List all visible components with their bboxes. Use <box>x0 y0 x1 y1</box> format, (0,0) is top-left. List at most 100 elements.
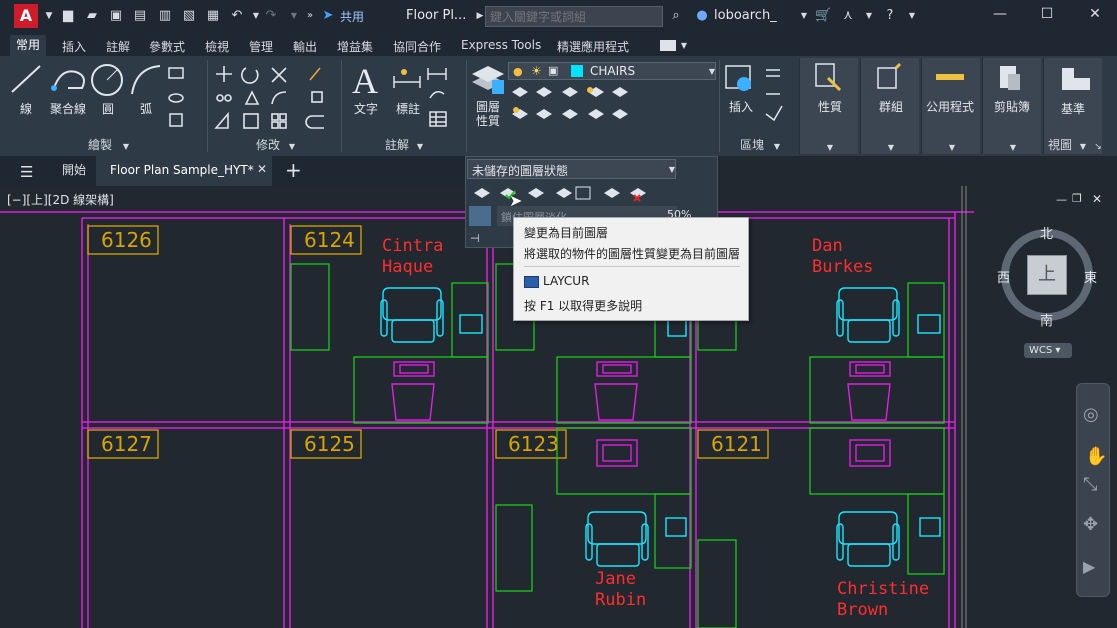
compass-north[interactable]: 北 <box>1040 223 1053 242</box>
annotation-panel-expand-icon[interactable]: ▼ <box>412 139 428 155</box>
layer-state-arrow-icon[interactable]: ▼ <box>664 162 680 178</box>
groups-button[interactable]: 群組 <box>879 98 903 115</box>
tab-home[interactable]: 常用 <box>10 35 47 56</box>
layer-properties-icon[interactable] <box>470 62 506 98</box>
layer-state-dropdown[interactable]: 未儲存的圖層狀態 <box>467 159 676 179</box>
layer-dropdown-arrow-icon[interactable]: ▼ <box>704 64 720 80</box>
import-icon[interactable]: ▧ <box>181 8 197 24</box>
wcs-dropdown[interactable]: WCS ▾ <box>1024 343 1072 358</box>
compass-south[interactable]: 南 <box>1040 310 1053 329</box>
tab-addins[interactable]: 增益集 <box>337 38 373 55</box>
search-icon[interactable]: ⌕ <box>668 8 684 24</box>
overflow-icon[interactable]: » <box>302 8 318 24</box>
clipboard-expand-icon[interactable]: ▼ <box>1005 140 1021 156</box>
zoom-extents-icon[interactable]: ⤡ <box>1083 474 1097 495</box>
open-folder-icon[interactable]: ▰ <box>84 8 100 24</box>
username[interactable]: loboarch_ <box>714 8 777 23</box>
print-icon[interactable]: ▦ <box>205 8 221 24</box>
save-as-icon[interactable]: ▤ <box>132 8 148 24</box>
viewport-minimize-icon[interactable]: — <box>1056 193 1067 206</box>
tab-manage[interactable]: 管理 <box>249 38 273 55</box>
start-tab[interactable]: 開始 <box>62 156 86 186</box>
layer-lock-icon[interactable]: ▣ <box>548 64 558 77</box>
new-tab-icon[interactable]: + <box>285 158 302 182</box>
pin-panel-icon[interactable]: ⊣ <box>470 232 480 245</box>
help-dropdown-icon[interactable]: ▼ <box>904 8 920 24</box>
viewport-restore-icon[interactable]: ❐ <box>1072 192 1082 205</box>
maximize-button[interactable]: ☐ <box>1037 6 1057 26</box>
arc-button[interactable]: 弧 <box>140 100 152 117</box>
search-input[interactable] <box>485 6 663 27</box>
modify-panel-expand-icon[interactable]: ▼ <box>284 139 300 155</box>
properties-expand-icon[interactable]: ▼ <box>822 140 838 156</box>
save-icon[interactable]: ▣ <box>108 8 124 24</box>
tab-annotate[interactable]: 註解 <box>106 38 130 55</box>
dimension-button[interactable]: 標註 <box>396 100 420 117</box>
orbit-icon[interactable]: ✥ <box>1083 514 1098 535</box>
annotation-panel-title[interactable]: 註解 <box>385 136 409 153</box>
ribbon-toggle-dropdown-icon[interactable]: ▼ <box>676 38 692 54</box>
pan-icon[interactable]: ✋ <box>1085 446 1107 467</box>
polyline-button[interactable]: 聚合線 <box>50 100 86 117</box>
tab-insert[interactable]: 插入 <box>62 38 86 55</box>
undo-dropdown-icon[interactable]: ▼ <box>248 8 264 24</box>
block-panel-expand-icon[interactable]: ▼ <box>769 139 785 155</box>
text-button[interactable]: 文字 <box>354 100 378 117</box>
share-label[interactable]: 共用 <box>340 8 364 25</box>
user-icon[interactable]: ● <box>694 8 710 24</box>
user-dropdown-icon[interactable]: ▼ <box>796 8 812 24</box>
draw-panel-expand-icon[interactable]: ▼ <box>118 139 134 155</box>
text-tool-icon[interactable]: A <box>352 60 378 102</box>
tab-parametric[interactable]: 參數式 <box>149 38 185 55</box>
block-panel-title[interactable]: 區塊 <box>740 136 764 153</box>
tab-featured-apps[interactable]: 精選應用程式 <box>557 38 629 55</box>
tab-output[interactable]: 輸出 <box>293 38 317 55</box>
compass-east[interactable]: 東 <box>1084 267 1097 286</box>
utilities-expand-icon[interactable]: ▼ <box>944 140 960 156</box>
ribbon-toggle-icon[interactable] <box>660 40 676 51</box>
utilities-button[interactable]: 公用程式 <box>926 98 974 115</box>
circle-button[interactable]: 圓 <box>102 100 114 117</box>
showmotion-icon[interactable]: ▶ <box>1083 557 1095 576</box>
redo-dropdown-icon[interactable]: ▼ <box>286 8 302 24</box>
tab-express-tools[interactable]: Express Tools <box>461 38 541 52</box>
share-icon[interactable]: ➤ <box>320 8 336 24</box>
properties-button[interactable]: 性質 <box>818 98 842 115</box>
connect-dropdown-icon[interactable]: ▼ <box>861 8 877 24</box>
layer-properties-button[interactable]: 圖層 性質 <box>476 100 500 128</box>
close-tab-icon[interactable]: ✕ <box>257 162 267 176</box>
redo-icon[interactable]: ↷ <box>263 8 279 24</box>
close-button[interactable]: ✕ <box>1085 6 1105 26</box>
view-panel-title[interactable]: 視圖 <box>1048 136 1072 153</box>
connect-icon[interactable]: ⋏ <box>840 8 856 24</box>
base-button[interactable]: 基準 <box>1061 100 1085 117</box>
app-menu-chevron-icon[interactable]: ▼ <box>41 8 57 24</box>
undo-icon[interactable]: ↶ <box>229 8 245 24</box>
cart-icon[interactable]: 🛒 <box>815 8 831 24</box>
layer-on-icon[interactable]: ● <box>513 65 523 78</box>
clipboard-button[interactable]: 剪貼簿 <box>994 98 1030 115</box>
new-file-icon[interactable]: ▆ <box>60 8 76 24</box>
viewport-controls-label[interactable]: [−][上][2D 線架構] <box>7 191 114 208</box>
draw-panel-title[interactable]: 繪製 <box>88 136 112 153</box>
tab-collaborate[interactable]: 協同合作 <box>393 38 441 55</box>
help-icon[interactable]: ? <box>882 8 898 24</box>
hamburger-menu-icon[interactable]: ☰ <box>20 163 33 181</box>
modify-panel-title[interactable]: 修改 <box>256 136 280 153</box>
tab-view[interactable]: 檢視 <box>205 38 229 55</box>
view-panel-expand-icon[interactable]: ▼ <box>1075 139 1091 155</box>
steering-wheel-icon[interactable]: ◎ <box>1083 404 1099 425</box>
viewport-close-icon[interactable]: ✕ <box>1092 192 1102 206</box>
active-file-tab-label[interactable]: Floor Plan Sample_HYT* <box>110 156 254 186</box>
compass-west[interactable]: 西 <box>997 267 1010 286</box>
autocad-logo-button[interactable]: A <box>14 4 38 28</box>
cloud-save-icon[interactable]: ▥ <box>157 8 173 24</box>
viewcube-face-top[interactable]: 上 <box>1027 255 1067 295</box>
minimize-button[interactable]: — <box>990 6 1010 26</box>
groups-expand-icon[interactable]: ▼ <box>883 140 899 156</box>
view-panel-launcher-icon[interactable]: ↘ <box>1090 139 1106 155</box>
layer-thaw-icon[interactable]: ☀ <box>531 64 542 78</box>
insert-button[interactable]: 插入 <box>729 98 753 115</box>
locked-layer-fade-toggle[interactable] <box>469 206 491 226</box>
line-button[interactable]: 線 <box>20 100 32 117</box>
